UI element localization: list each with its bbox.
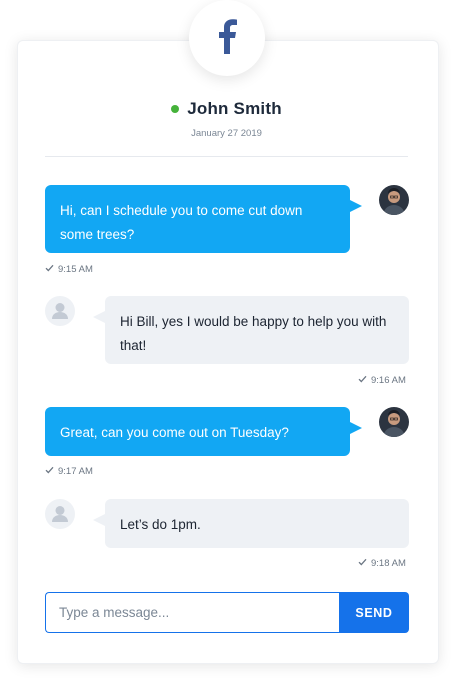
conversation-header: John Smith January 27 2019	[45, 95, 408, 157]
chat-widget: John Smith January 27 2019 Hi, can I sch…	[0, 0, 453, 684]
message-text: Let’s do 1pm.	[120, 517, 201, 532]
check-icon	[358, 375, 367, 386]
check-icon	[45, 264, 54, 275]
check-icon	[358, 558, 367, 569]
online-status-indicator	[171, 105, 180, 113]
contact-name: John Smith	[187, 99, 282, 118]
facebook-badge	[189, 0, 265, 76]
placeholder-person-icon	[45, 499, 75, 529]
timestamp-text: 9:16 AM	[371, 375, 406, 386]
message-text: Hi Bill, yes I would be happy to help yo…	[120, 314, 387, 353]
timestamp-text: 9:18 AM	[371, 558, 406, 569]
placeholder-person-icon	[45, 296, 75, 326]
message-bubble-incoming: Hi Bill, yes I would be happy to help yo…	[93, 296, 409, 364]
timestamp-text: 9:15 AM	[58, 264, 93, 275]
message-input[interactable]	[45, 592, 339, 633]
message-bubble-incoming: Let’s do 1pm.	[93, 499, 409, 548]
facebook-icon	[217, 18, 237, 59]
message-timestamp: 9:15 AM	[45, 264, 93, 275]
user-photo-avatar	[379, 185, 409, 215]
user-photo-avatar	[379, 407, 409, 437]
message-composer: SEND	[45, 592, 409, 633]
timestamp-text: 9:17 AM	[58, 466, 93, 477]
message-bubble-outgoing: Hi, can I schedule you to come cut down …	[45, 185, 362, 253]
message-timestamp: 9:18 AM	[358, 558, 406, 569]
check-icon	[45, 466, 54, 477]
message-timestamp: 9:16 AM	[358, 375, 406, 386]
message-bubble-outgoing: Great, can you come out on Tuesday?	[45, 407, 362, 456]
message-text: Great, can you come out on Tuesday?	[60, 425, 289, 440]
message-text: Hi, can I schedule you to come cut down …	[60, 203, 303, 242]
message-timestamp: 9:17 AM	[45, 466, 93, 477]
conversation-date: January 27 2019	[191, 128, 262, 139]
send-button[interactable]: SEND	[339, 592, 409, 633]
contact-name-row: John Smith	[45, 99, 408, 119]
